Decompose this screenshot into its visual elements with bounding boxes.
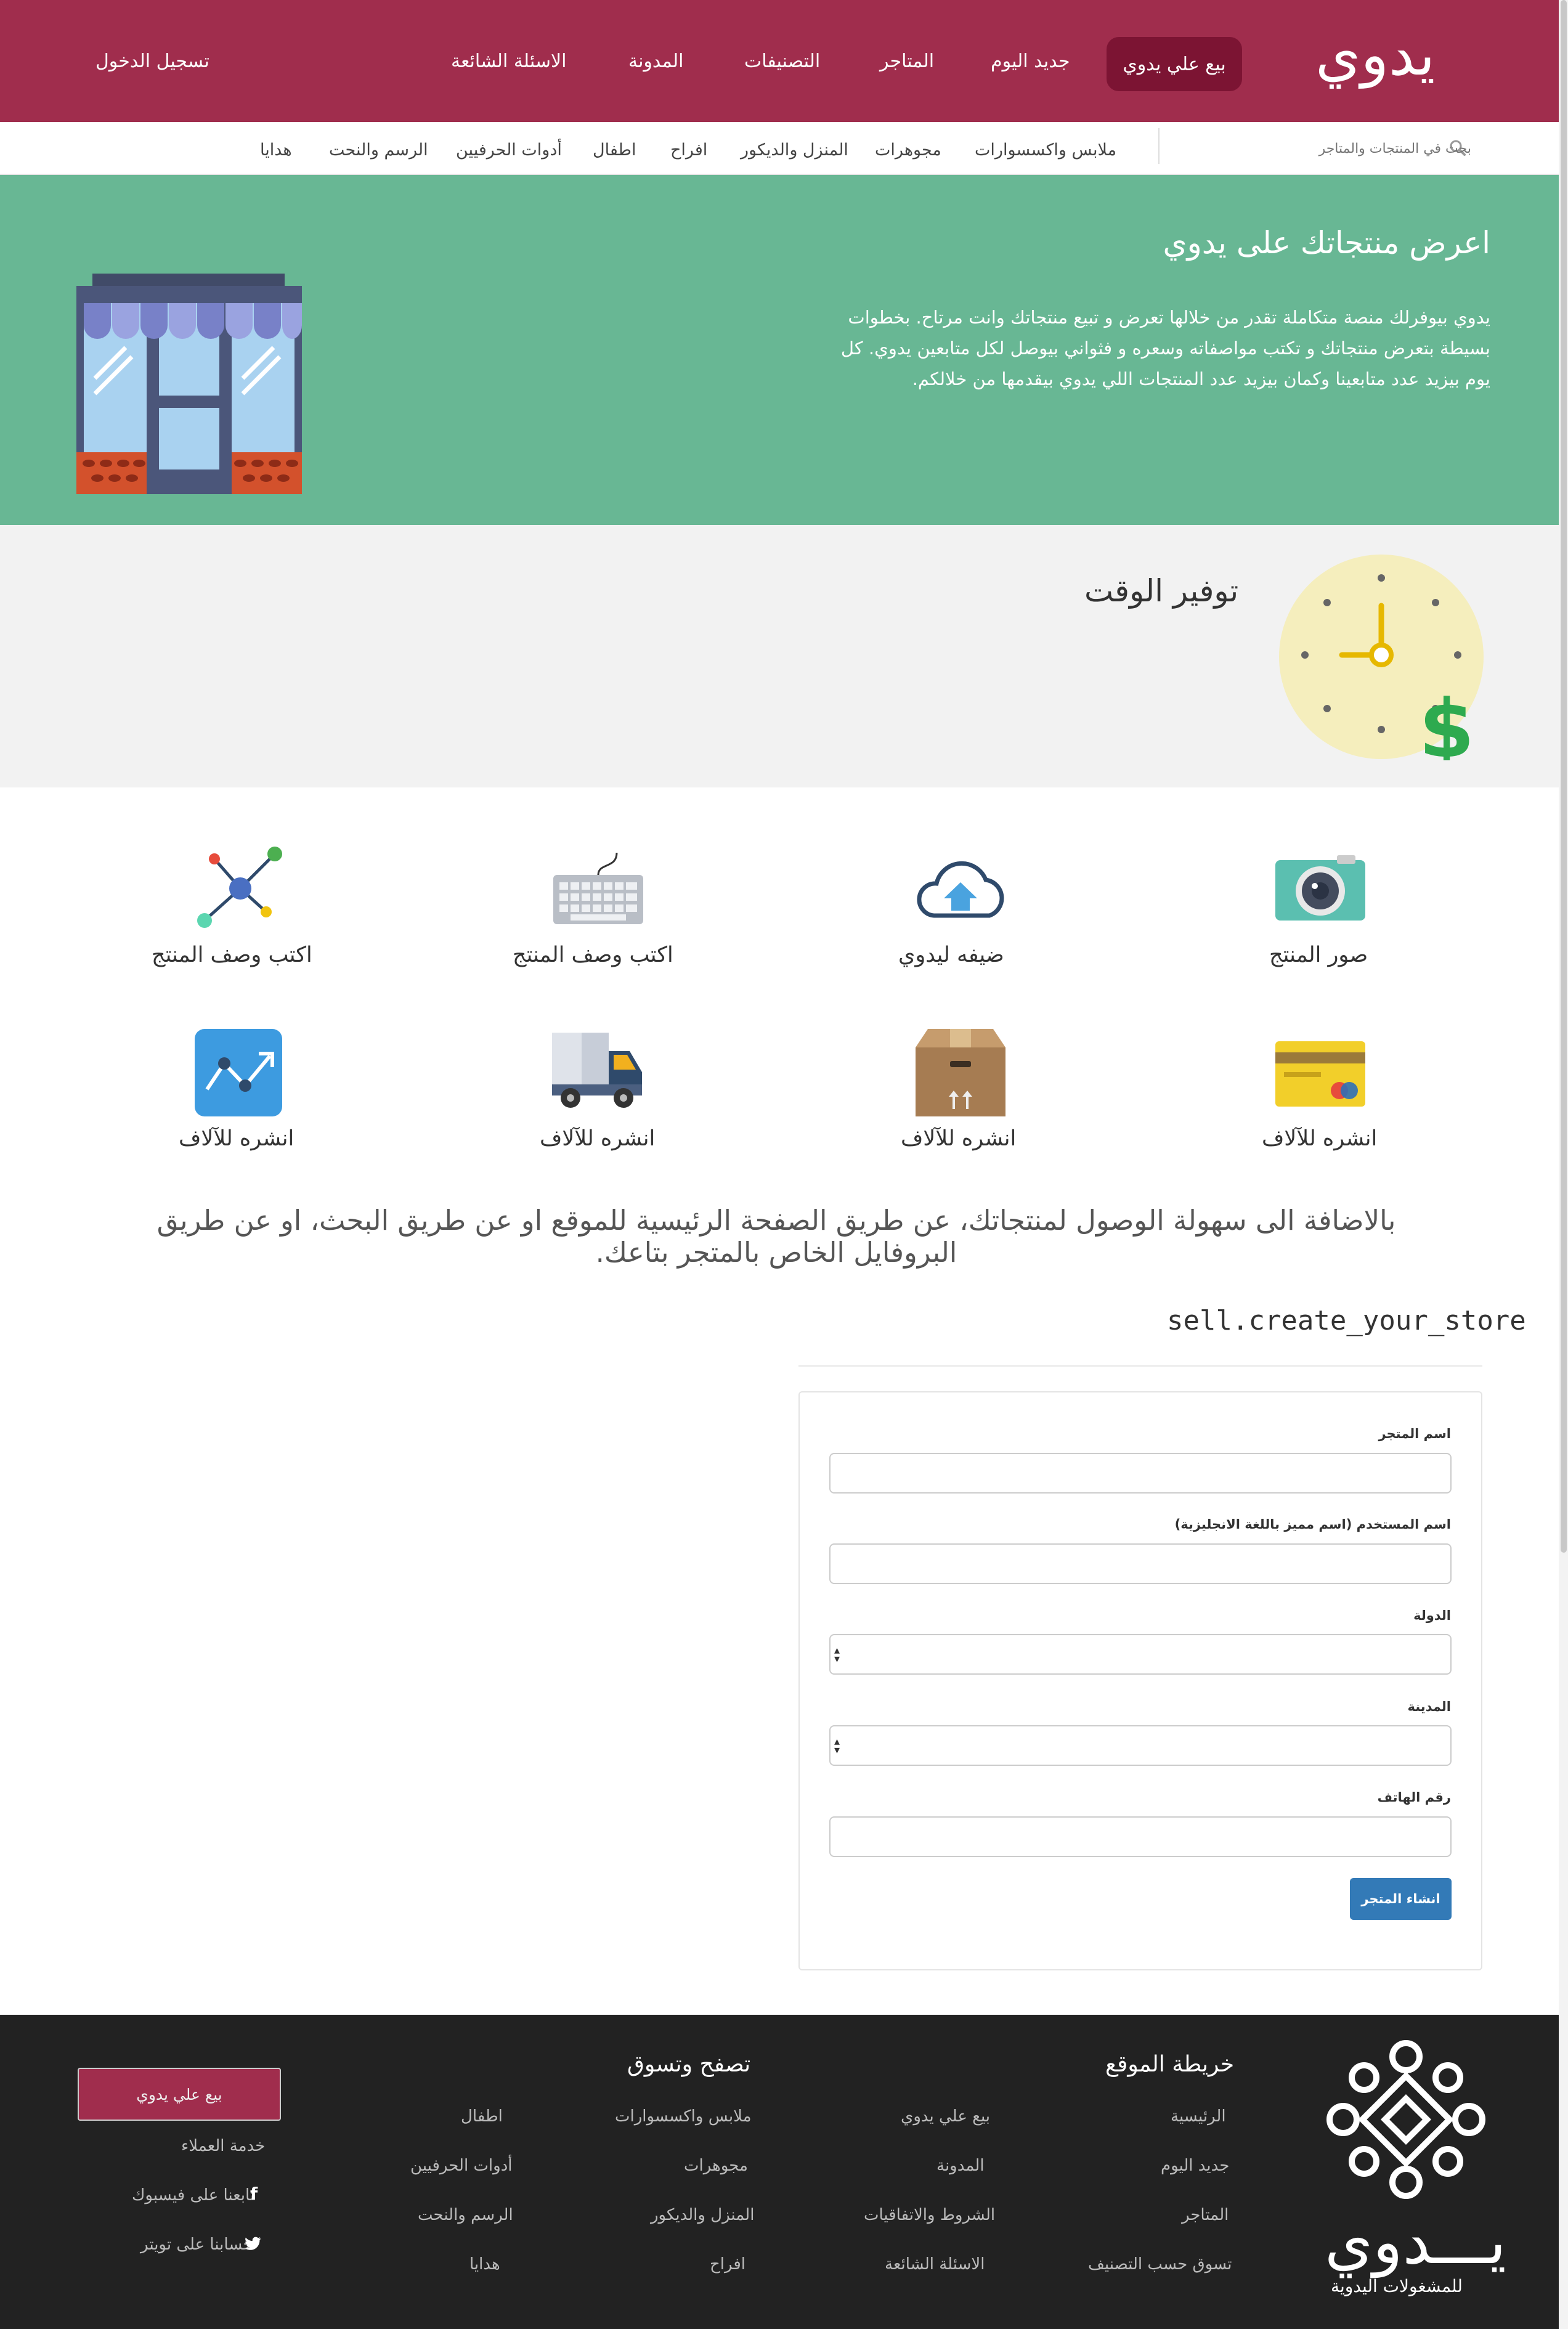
cat-weddings[interactable]: افراح — [670, 140, 707, 160]
footer-link-sell[interactable]: بيع علي يدوي — [901, 2107, 990, 2126]
footer-link-shop-by-category[interactable]: تسوق حسب التصنيف — [1088, 2255, 1232, 2274]
footer-link-terms[interactable]: الشروط والاتفاقيات — [864, 2206, 995, 2224]
hero-description: يدوي بيوفرلك منصة متكاملة تقدر من خلالها… — [840, 307, 1490, 389]
footer-link-faq[interactable]: الاسئلة الشائعة — [885, 2255, 985, 2274]
login-link[interactable]: تسجيل الدخول — [95, 51, 209, 72]
footer-link-painting[interactable]: الرسم والنحت — [418, 2206, 513, 2224]
footer-link-home[interactable]: الرئيسية — [1171, 2107, 1226, 2126]
facebook-icon: f — [250, 2184, 258, 2204]
cat-painting-sculpture[interactable]: الرسم والنحت — [329, 140, 428, 160]
cat-home-decor[interactable]: المنزل والديكور — [741, 140, 848, 160]
svg-text:$: $ — [1419, 682, 1474, 760]
clock-money-icon: $ — [1279, 555, 1484, 760]
footer-link-new[interactable]: جديد اليوم — [1161, 2156, 1229, 2175]
cat-jewelry[interactable]: مجوهرات — [875, 140, 941, 160]
browse-heading: تصفح وتسوق — [627, 2052, 751, 2077]
cat-craft-tools[interactable]: أدوات الحرفيين — [456, 140, 562, 160]
footer-sell-button[interactable]: بيع علي يدوي — [78, 2068, 281, 2121]
search-divider — [1158, 128, 1160, 164]
footer-link-blog[interactable]: المدونة — [936, 2156, 985, 2175]
feature-label-describe: اكتب وصف المنتج — [513, 943, 673, 967]
knot-logo-icon[interactable] — [1325, 2038, 1487, 2201]
scrollbar-thumb[interactable] — [1561, 0, 1567, 1553]
divider — [798, 1365, 1482, 1367]
city-select[interactable] — [829, 1725, 1452, 1766]
city-label: المدينة — [1407, 1699, 1452, 1714]
country-label: الدولة — [1413, 1608, 1451, 1623]
cat-kids[interactable]: اطفال — [593, 140, 636, 160]
sell-on-yadawi-button[interactable]: بيع علي يدوي — [1107, 37, 1242, 91]
chart-icon — [195, 1029, 282, 1116]
country-select[interactable] — [829, 1634, 1452, 1675]
twitter-link[interactable]: حسابنا على تويتر — [140, 2235, 253, 2254]
feature-label-photos: صور المنتج — [1269, 943, 1368, 967]
footer-link-jewelry[interactable]: مجوهرات — [684, 2156, 748, 2175]
phone-label: رقم الهاتف — [1377, 1790, 1451, 1805]
select-arrows-icon: ▴ ▾ — [834, 1735, 840, 1757]
nav-categories[interactable]: التصنيفات — [744, 51, 820, 72]
feature-label-ship: انشره للآلاف — [901, 1126, 1017, 1151]
feature-label-grow: انشره للآلاف — [179, 1126, 295, 1151]
phone-input[interactable] — [829, 1816, 1452, 1857]
footer-link-home-decor[interactable]: المنزل والديكور — [651, 2206, 754, 2224]
footer-link-craft-tools[interactable]: أدوات الحرفيين — [410, 2156, 513, 2175]
feature-label-add: ضيفه ليدوي — [898, 943, 1004, 967]
sitemap-heading: خريطة الموقع — [1105, 2052, 1235, 2077]
search-input[interactable] — [1263, 134, 1473, 163]
create-store-button[interactable]: انشاء المتجر — [1350, 1878, 1452, 1920]
nav-faq[interactable]: الاسئلة الشائعة — [451, 51, 566, 72]
storefront-icon — [76, 274, 302, 494]
footer-logo-subtitle: للمشغولات اليدوية — [1331, 2276, 1463, 2296]
footer-link-clothing[interactable]: ملابس واكسسوارات — [615, 2107, 752, 2126]
create-store-title: sell.create_your_store — [1167, 1305, 1526, 1336]
camera-icon — [1275, 855, 1365, 921]
username-input[interactable] — [829, 1543, 1452, 1584]
time-saving-title: توفير الوقت — [1084, 573, 1239, 609]
tagline: بالاضافة الى سهولة الوصول لمنتجاتك، عن ط… — [156, 1204, 1396, 1269]
store-name-label: اسم المتجر — [1378, 1426, 1451, 1441]
username-label: اسم المستخدم (اسم مميز باللغة الانجليزية… — [1174, 1517, 1451, 1532]
feature-label-describe-2: اكتب وصف المنتج — [152, 943, 312, 967]
network-icon — [197, 847, 282, 928]
twitter-icon — [245, 2237, 261, 2250]
feature-label-pay: انشره للآلاف — [1262, 1126, 1378, 1151]
cat-clothing[interactable]: ملابس واكسسوارات — [975, 140, 1116, 160]
keyboard-icon — [553, 852, 643, 924]
footer-link-weddings[interactable]: افراح — [710, 2255, 745, 2274]
box-icon — [916, 1029, 1005, 1116]
footer-logo-text: يـــدوي — [1325, 2206, 1506, 2278]
footer-link-stores[interactable]: المتاجر — [1182, 2206, 1229, 2224]
nav-new-today[interactable]: جديد اليوم — [991, 51, 1070, 72]
nav-blog[interactable]: المدونة — [628, 51, 684, 72]
footer-link-gifts[interactable]: هدايا — [469, 2255, 500, 2274]
select-arrows-icon: ▴ ▾ — [834, 1644, 840, 1665]
cat-gifts[interactable]: هدايا — [260, 140, 292, 160]
cloud-upload-icon — [917, 861, 1004, 918]
credit-card-icon — [1275, 1041, 1365, 1107]
footer-link-kids[interactable]: اطفال — [461, 2107, 503, 2126]
customer-service-link[interactable]: خدمة العملاء — [181, 2137, 265, 2155]
feature-label-deliver: انشره للآلاف — [540, 1126, 656, 1151]
nav-stores[interactable]: المتاجر — [880, 51, 934, 72]
facebook-link[interactable]: تابعنا على فيسبوك — [132, 2186, 254, 2205]
logo[interactable]: يدوي — [1315, 22, 1435, 89]
hero-title: اعرض منتجاتك على يدوي — [1163, 225, 1490, 261]
store-name-input[interactable] — [829, 1453, 1452, 1494]
truck-icon — [552, 1033, 642, 1108]
